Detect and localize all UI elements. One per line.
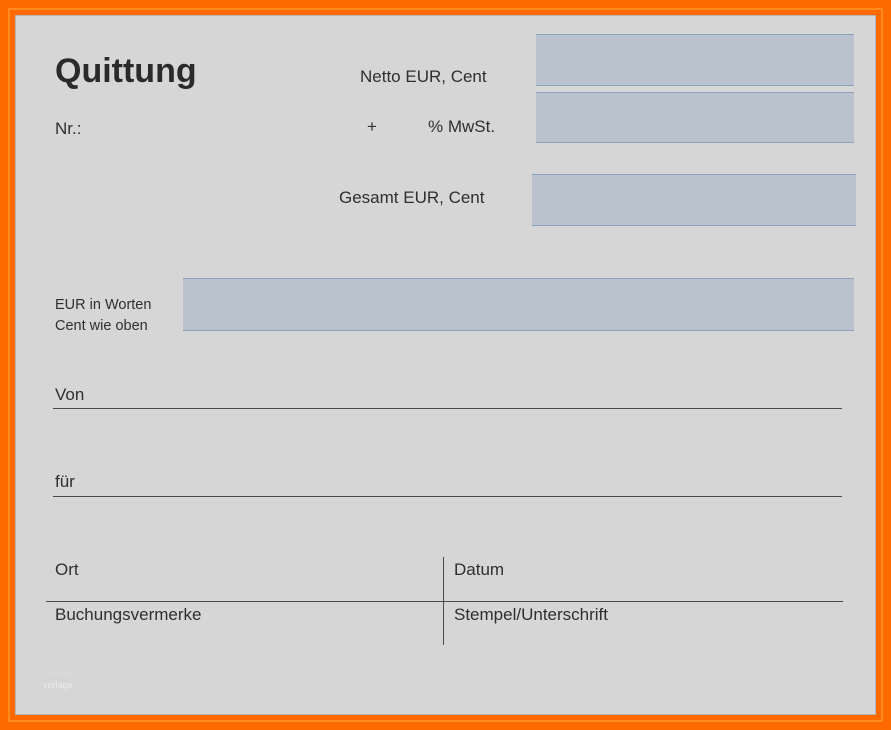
- datum-label: Datum: [454, 560, 505, 579]
- watermark-line1: formular: [43, 668, 77, 678]
- receipt-form: Quittung Nr.: Netto EUR, Cent + % MwSt. …: [15, 15, 876, 715]
- words-input[interactable]: [183, 279, 854, 330]
- von-label: Von: [55, 385, 85, 404]
- nr-label: Nr.:: [55, 119, 82, 138]
- netto-label: Netto EUR, Cent: [360, 67, 487, 86]
- gesamt-label: Gesamt EUR, Cent: [339, 188, 485, 207]
- column-divider: [443, 557, 444, 645]
- plus-sign: +: [367, 117, 377, 136]
- gesamt-field[interactable]: [532, 174, 856, 226]
- words-label-line2: Cent wie oben: [55, 318, 148, 334]
- page-title: Quittung: [55, 52, 197, 90]
- ort-label: Ort: [55, 560, 79, 579]
- words-label: EUR in Worten Cent wie oben: [55, 295, 151, 337]
- watermark-line2: vorlage: [43, 680, 73, 690]
- words-field[interactable]: [183, 278, 854, 331]
- fuer-line[interactable]: [53, 496, 842, 497]
- mwst-input[interactable]: [536, 93, 854, 142]
- von-line[interactable]: [53, 408, 842, 409]
- words-label-line1: EUR in Worten: [55, 297, 152, 313]
- netto-field[interactable]: [536, 34, 854, 86]
- mwst-field[interactable]: [536, 92, 854, 143]
- fuer-label: für: [55, 472, 75, 491]
- stempel-label: Stempel/Unterschrift: [454, 605, 608, 624]
- buchung-label: Buchungsvermerke: [55, 605, 202, 624]
- netto-input[interactable]: [536, 35, 854, 85]
- ort-datum-line: [46, 601, 843, 602]
- gesamt-input[interactable]: [532, 175, 856, 225]
- watermark-logo: formular vorlage: [43, 667, 76, 691]
- mwst-label: % MwSt.: [428, 117, 496, 136]
